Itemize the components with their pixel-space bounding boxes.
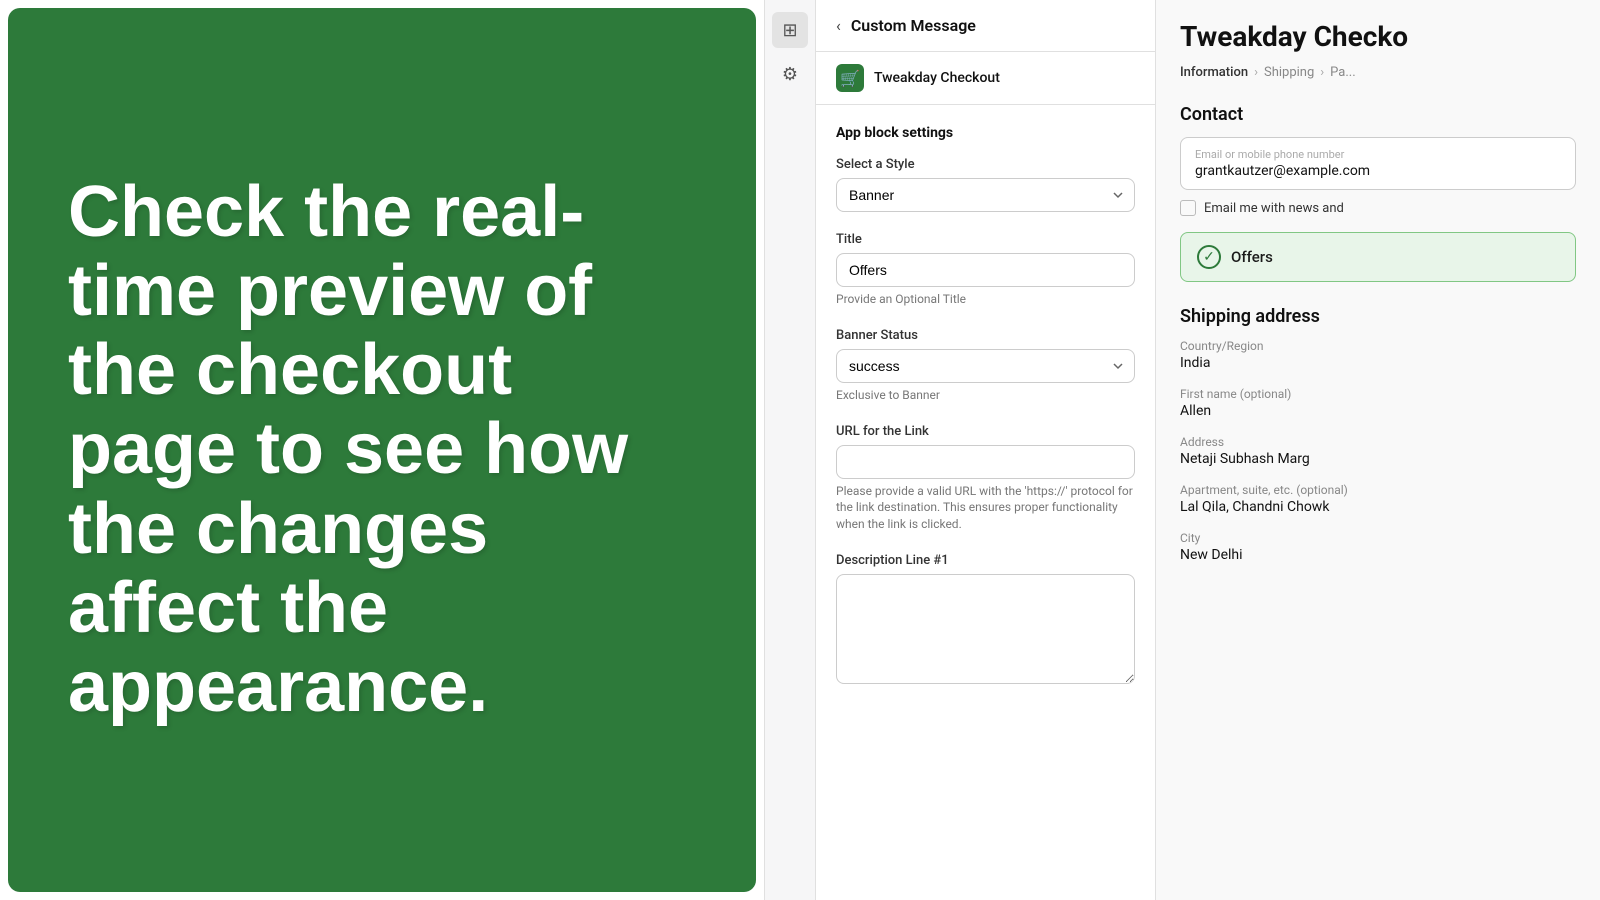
first-name-label: First name (optional): [1180, 387, 1576, 401]
banner-status-hint: Exclusive to Banner: [836, 387, 1135, 404]
city-field: City New Delhi: [1180, 531, 1576, 563]
url-label: URL for the Link: [836, 424, 1135, 439]
left-panel: Check the real-time preview of the check…: [8, 8, 756, 892]
title-hint: Provide an Optional Title: [836, 291, 1135, 308]
layout-icon[interactable]: ⊞: [772, 12, 808, 48]
app-name: Tweakday Checkout: [874, 70, 1000, 86]
store-name: Tweakday Checko: [1180, 20, 1576, 53]
breadcrumb-information: Information: [1180, 65, 1248, 80]
offer-banner: ✓ Offers: [1180, 232, 1576, 282]
offer-check-icon: ✓: [1197, 245, 1221, 269]
banner-status-field-group: Banner Status success warning error info…: [836, 328, 1135, 404]
country-field: Country/Region India: [1180, 339, 1576, 371]
title-input[interactable]: [836, 253, 1135, 287]
contact-email-field: Email or mobile phone number grantkautze…: [1180, 137, 1576, 190]
style-select[interactable]: Banner Inline Toast: [836, 178, 1135, 212]
title-field-group: Title Provide an Optional Title: [836, 232, 1135, 308]
url-field-group: URL for the Link Please provide a valid …: [836, 424, 1135, 533]
city-label: City: [1180, 531, 1576, 545]
address-label: Address: [1180, 435, 1576, 449]
back-button[interactable]: ‹: [836, 16, 841, 35]
country-value: India: [1180, 355, 1576, 371]
address-value: Netaji Subhash Marg: [1180, 451, 1576, 467]
panel-title: Custom Message: [851, 16, 976, 35]
email-value: grantkautzer@example.com: [1195, 163, 1561, 179]
banner-status-label: Banner Status: [836, 328, 1135, 343]
title-label: Title: [836, 232, 1135, 247]
sidebar: ⊞ ⚙: [764, 0, 816, 900]
url-hint: Please provide a valid URL with the 'htt…: [836, 483, 1135, 533]
app-row: 🛒 Tweakday Checkout: [816, 52, 1155, 105]
email-placeholder: Email or mobile phone number: [1195, 148, 1561, 161]
apartment-value: Lal Qila, Chandni Chowk: [1180, 499, 1576, 515]
desc-textarea[interactable]: [836, 574, 1135, 684]
settings-icon[interactable]: ⚙: [772, 56, 808, 92]
offer-text: Offers: [1231, 248, 1273, 266]
settings-header: ‹ Custom Message: [816, 0, 1155, 52]
preview-panel: Tweakday Checko Information › Shipping ›…: [1156, 0, 1600, 900]
breadcrumb-sep-2: ›: [1320, 65, 1324, 80]
country-label: Country/Region: [1180, 339, 1576, 353]
apartment-label: Apartment, suite, etc. (optional): [1180, 483, 1576, 497]
banner-status-select[interactable]: success warning error info: [836, 349, 1135, 383]
section-title: App block settings: [836, 125, 1135, 141]
hero-text: Check the real-time preview of the check…: [68, 173, 696, 727]
city-value: New Delhi: [1180, 547, 1576, 563]
email-checkbox[interactable]: [1180, 200, 1196, 216]
email-checkbox-label: Email me with news and: [1204, 201, 1344, 216]
breadcrumb: Information › Shipping › Pa...: [1180, 65, 1576, 80]
first-name-field: First name (optional) Allen: [1180, 387, 1576, 419]
first-name-value: Allen: [1180, 403, 1576, 419]
desc-field-group: Description Line #1: [836, 553, 1135, 688]
address-field: Address Netaji Subhash Marg: [1180, 435, 1576, 467]
contact-heading: Contact: [1180, 104, 1576, 125]
app-icon: 🛒: [836, 64, 864, 92]
style-field-group: Select a Style Banner Inline Toast: [836, 157, 1135, 212]
desc-label: Description Line #1: [836, 553, 1135, 568]
shipping-address-section: Shipping address Country/Region India Fi…: [1180, 306, 1576, 563]
url-input[interactable]: [836, 445, 1135, 479]
settings-panel: ‹ Custom Message 🛒 Tweakday Checkout App…: [816, 0, 1156, 900]
settings-body: App block settings Select a Style Banner…: [816, 105, 1155, 728]
style-label: Select a Style: [836, 157, 1135, 172]
shipping-address-heading: Shipping address: [1180, 306, 1576, 327]
breadcrumb-shipping: Shipping: [1264, 65, 1314, 80]
email-checkbox-row: Email me with news and: [1180, 200, 1576, 216]
breadcrumb-payment: Pa...: [1330, 65, 1356, 80]
breadcrumb-sep-1: ›: [1254, 65, 1258, 80]
apartment-field: Apartment, suite, etc. (optional) Lal Qi…: [1180, 483, 1576, 515]
